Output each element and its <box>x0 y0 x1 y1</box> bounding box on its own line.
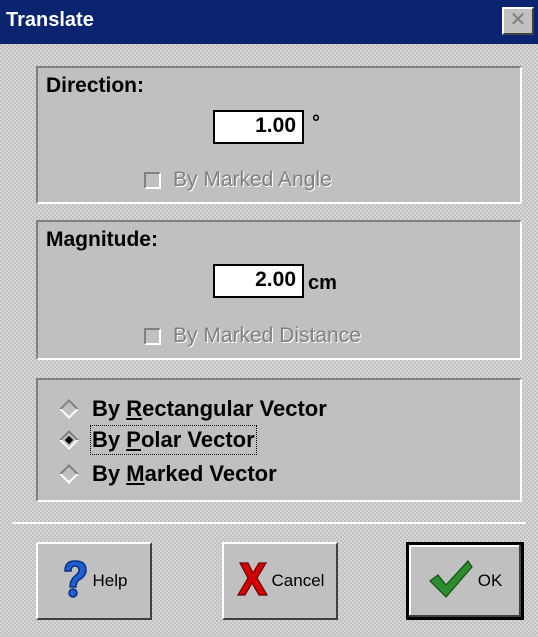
by-marked-angle-checkbox-row[interactable]: By Marked Angle <box>144 168 332 192</box>
radio-polar-indicator[interactable] <box>59 430 79 450</box>
direction-group: Direction: 1.00 ° By Marked Angle <box>36 66 522 204</box>
radio-rectangular-label: By Rectangular Vector <box>92 396 327 422</box>
rectangular-post: ectangular Vector <box>142 396 327 421</box>
radio-polar-vector[interactable]: By Polar Vector <box>59 425 257 455</box>
radio-marked-label: By Marked Vector <box>92 461 277 487</box>
close-button[interactable]: ✕ <box>502 7 534 35</box>
by-marked-distance-label: By Marked Distance <box>173 324 361 347</box>
help-button[interactable]: Help <box>36 542 152 620</box>
polar-post: olar Vector <box>140 427 255 452</box>
by-marked-angle-checkbox[interactable] <box>144 171 161 189</box>
radio-marked-vector[interactable]: By Marked Vector <box>59 461 277 487</box>
marked-post: arked Vector <box>144 461 277 486</box>
marked-pre: By <box>92 461 127 486</box>
red-x-icon <box>236 559 268 604</box>
question-mark-icon <box>61 559 89 604</box>
radio-rectangular-vector[interactable]: By Rectangular Vector <box>59 396 327 422</box>
magnitude-label: Magnitude: <box>46 228 158 251</box>
magnitude-group: Magnitude: 2.00 cm By Marked Distance <box>36 220 522 360</box>
polar-mnemonic: P <box>126 427 141 452</box>
direction-input[interactable]: 1.00 <box>213 110 304 144</box>
ok-button-label: OK <box>477 571 503 590</box>
help-button-label: Help <box>92 571 128 590</box>
close-icon: ✕ <box>509 9 527 31</box>
by-marked-distance-checkbox-row[interactable]: By Marked Distance <box>144 324 361 348</box>
by-marked-distance-checkbox[interactable] <box>144 327 161 345</box>
cancel-button-label: Cancel <box>271 571 325 590</box>
title-bar[interactable]: Translate ✕ <box>0 0 538 44</box>
ok-button[interactable]: OK <box>406 542 524 620</box>
rectangular-pre: By <box>92 396 127 421</box>
radio-marked-indicator[interactable] <box>59 464 79 484</box>
marked-mnemonic: M <box>126 461 145 486</box>
magnitude-input[interactable]: 2.00 <box>213 264 304 298</box>
direction-label: Direction: <box>46 74 145 97</box>
translate-dialog: Translate ✕ Direction: 1.00 ° By Marked … <box>0 0 538 637</box>
checkmark-icon <box>428 559 474 604</box>
by-marked-angle-label: By Marked Angle <box>173 168 332 191</box>
degree-unit: ° <box>312 112 320 134</box>
cm-unit: cm <box>308 272 337 294</box>
rectangular-mnemonic: R <box>126 396 143 421</box>
dialog-title: Translate <box>6 9 94 31</box>
cancel-button[interactable]: Cancel <box>222 542 338 620</box>
radio-rectangular-indicator[interactable] <box>59 399 79 419</box>
polar-pre: By <box>92 427 127 452</box>
radio-polar-label: By Polar Vector <box>90 425 257 455</box>
